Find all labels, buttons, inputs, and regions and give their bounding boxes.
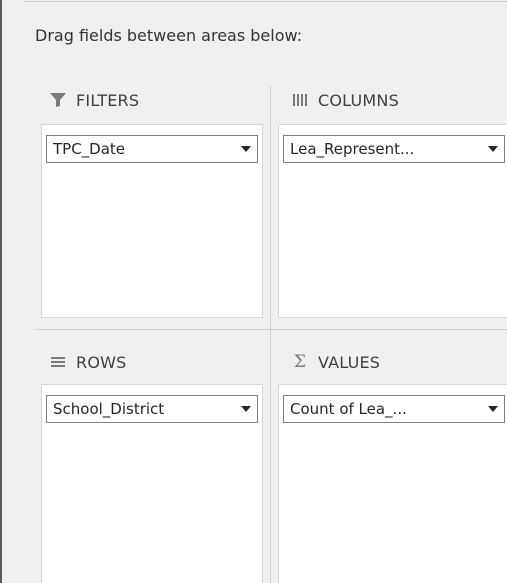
values-header: Σ VALUES [290, 348, 380, 376]
rows-icon [48, 352, 68, 372]
dropdown-caret-icon[interactable] [241, 146, 251, 152]
columns-header: COLUMNS [290, 86, 399, 114]
values-label: VALUES [318, 352, 381, 372]
top-dotted-divider [24, 1, 507, 2]
filters-drop-area[interactable]: TPC_Date [41, 124, 263, 318]
field-pill-count-of-lea[interactable]: Count of Lea_... [283, 395, 505, 423]
field-pill-label: Count of Lea_... [290, 400, 407, 418]
columns-drop-area[interactable]: Lea_Represent... [278, 124, 507, 318]
filters-header: FILTERS [48, 86, 139, 114]
drag-hint-text: Drag fields between areas below: [35, 26, 303, 45]
sigma-icon: Σ [293, 352, 307, 372]
field-pill-label: School_District [53, 400, 165, 418]
field-pill-tpc-date[interactable]: TPC_Date [46, 135, 258, 163]
vertical-divider [270, 86, 271, 583]
field-pill-school-district[interactable]: School_District [46, 395, 258, 423]
pivot-fields-pane: Drag fields between areas below: FILTERS… [0, 0, 507, 583]
filters-label: FILTERS [76, 90, 140, 110]
field-pill-label: Lea_Represent... [290, 140, 415, 158]
dropdown-caret-icon[interactable] [488, 406, 498, 412]
columns-label: COLUMNS [318, 90, 399, 110]
rows-drop-area[interactable]: School_District [41, 384, 263, 583]
dropdown-caret-icon[interactable] [488, 146, 498, 152]
rows-label: ROWS [76, 352, 127, 372]
filter-icon [48, 90, 68, 110]
field-pill-label: TPC_Date [53, 140, 126, 158]
field-pill-lea-representation[interactable]: Lea_Represent... [283, 135, 505, 163]
horizontal-divider [35, 329, 507, 330]
rows-header: ROWS [48, 348, 127, 376]
dropdown-caret-icon[interactable] [241, 406, 251, 412]
columns-icon [290, 90, 310, 110]
values-drop-area[interactable]: Count of Lea_... [278, 384, 507, 583]
